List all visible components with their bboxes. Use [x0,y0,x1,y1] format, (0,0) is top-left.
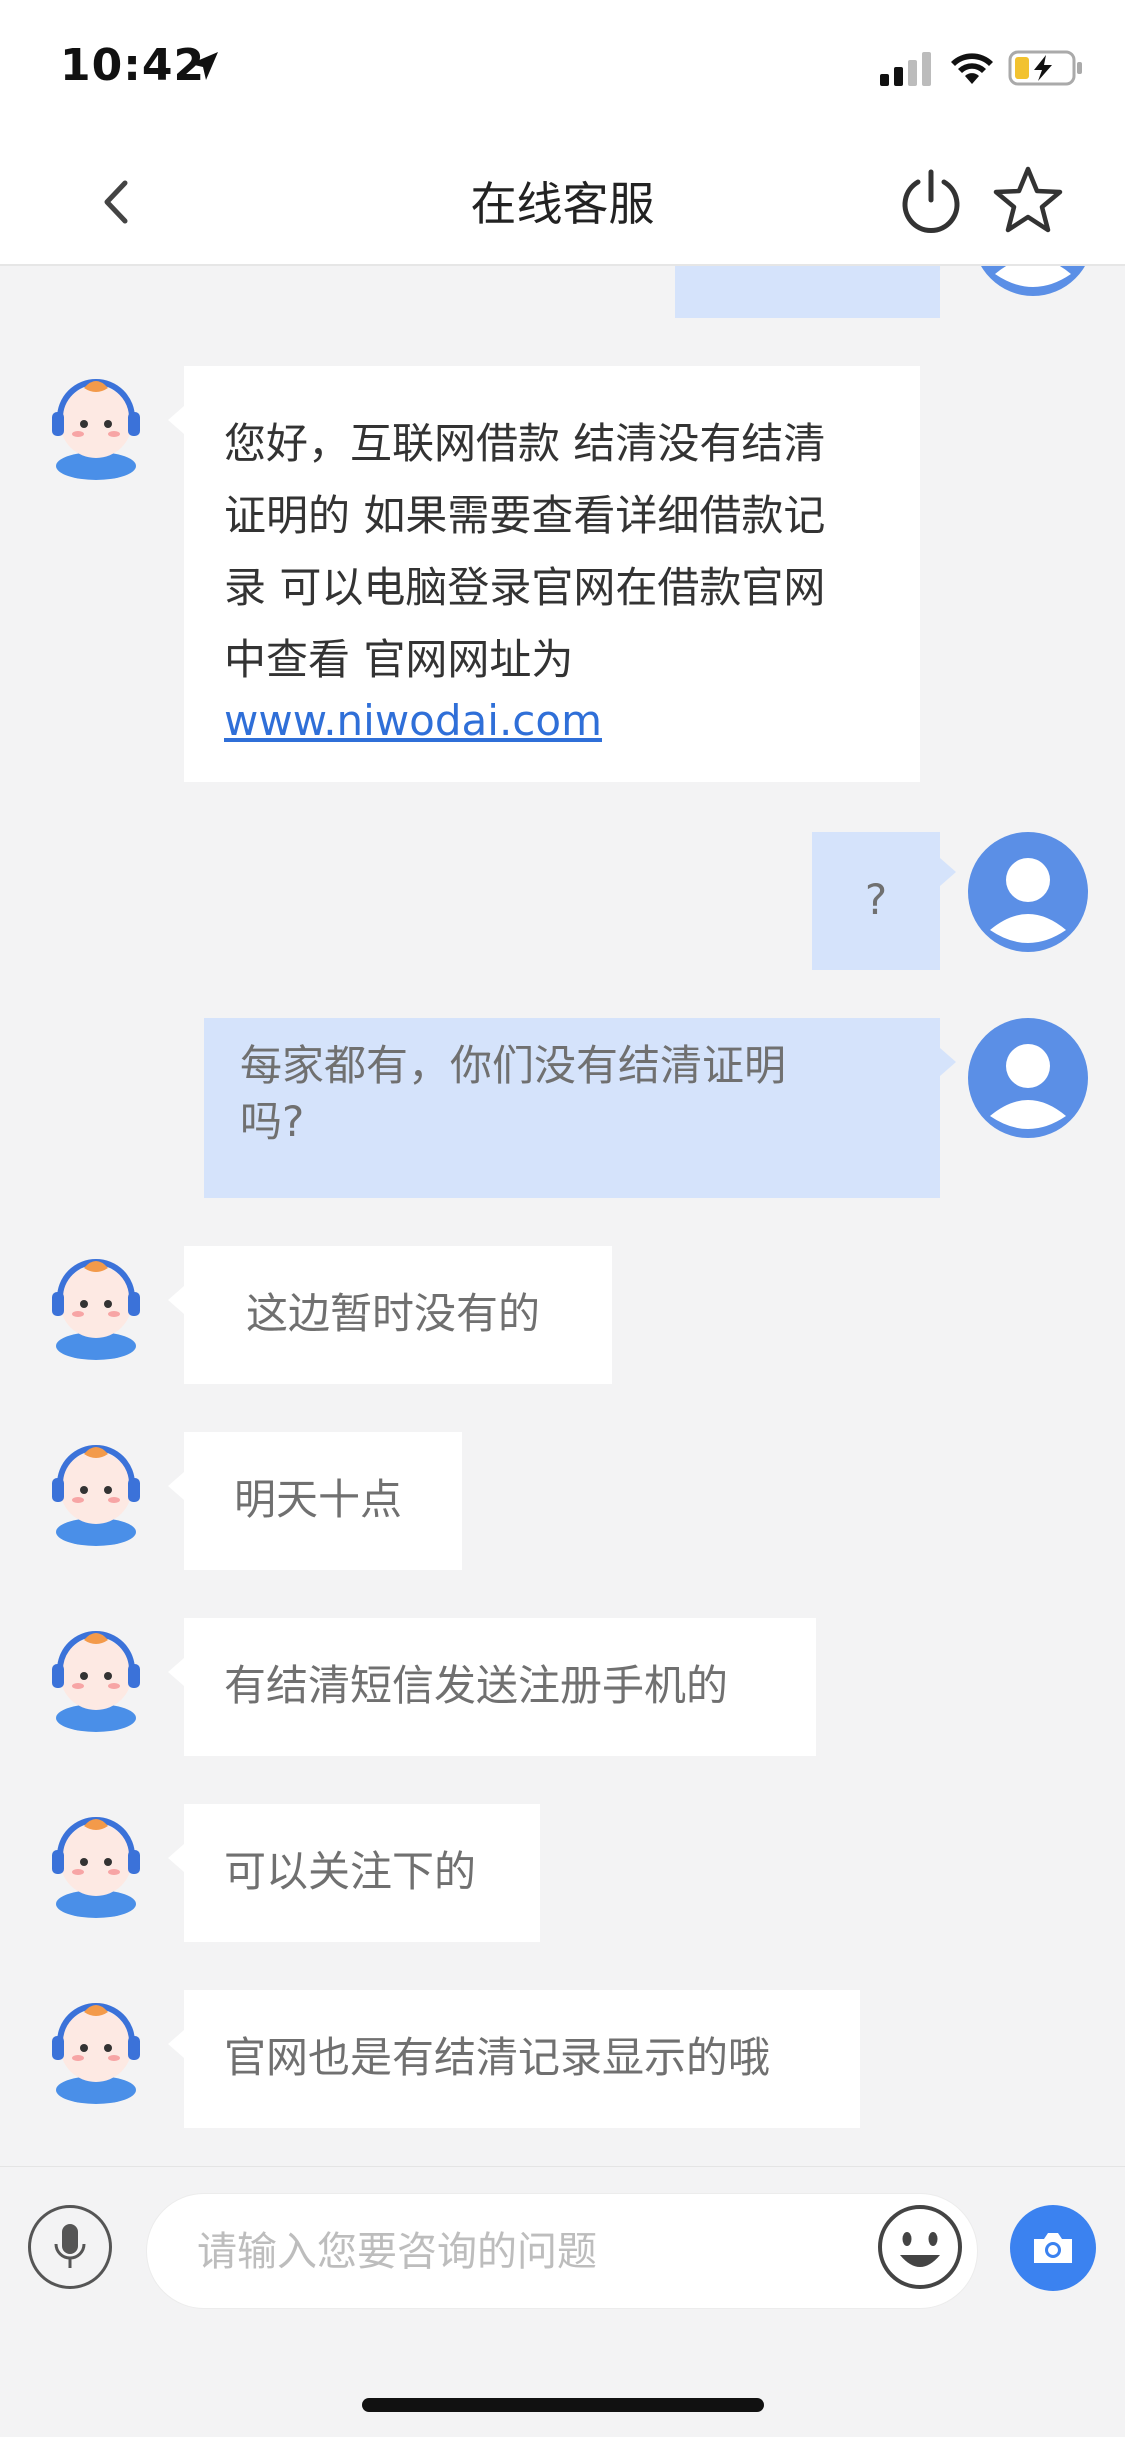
agent-avatar-icon [52,1259,140,1360]
agent-avatar-icon [52,1817,140,1918]
message-text-line: 证明的 如果需要查看详细借款记 [224,491,826,540]
message-text-line: 每家都有，你们没有结清证明 [240,1041,787,1090]
camera-icon [1034,2233,1072,2263]
star-icon[interactable] [992,164,1064,236]
website-link[interactable]: www.niwodai.com [224,696,880,746]
input-bar: 请输入您要咨询的问题 [0,2166,1125,2437]
message-text: 明天十点 [234,1475,403,1524]
message-bubble-agent: 官网也是有结清记录显示的哦 [168,1990,860,2128]
message-bubble-partial [675,266,940,318]
message-text-line: 您好，互联网借款 结清没有结清 [224,419,826,468]
message-text: 有结清短信发送注册手机的 [224,1661,729,1710]
location-arrow-icon [190,52,218,80]
message-bubble-user: ? [812,832,956,970]
message-text: ? [864,875,888,924]
voice-input-button[interactable] [28,2205,112,2289]
message-text-line: 中查看 官网网址为 [224,635,574,684]
agent-avatar-icon [52,2003,140,2104]
power-icon[interactable] [896,166,966,236]
battery-charging-icon [1008,50,1082,86]
microphone-icon [54,2224,86,2268]
home-indicator[interactable] [362,2398,764,2412]
message-text: 这边暂时没有的 [246,1289,541,1338]
message-bubble-user: 每家都有，你们没有结清证明 吗? [204,1018,956,1198]
wifi-icon [951,53,993,84]
agent-avatar-icon [52,1445,140,1546]
message-text: 官网也是有结清记录显示的哦 [224,2033,771,2082]
nav-bar: 在线客服 [0,132,1125,266]
message-text-line: 录 可以电脑登录官网在借款官网 [224,563,826,612]
message-bubble-agent: 可以关注下的 [168,1804,540,1942]
agent-avatar-icon [52,379,140,480]
camera-button[interactable] [1010,2205,1096,2291]
status-time: 10:42 [60,40,206,91]
message-input[interactable]: 请输入您要咨询的问题 [146,2193,978,2309]
message-text-line: 吗? [240,1097,305,1146]
chat-area[interactable]: 您好，互联网借款 结清没有结清 证明的 如果需要查看详细借款记 录 可以电脑登录… [0,266,1125,2166]
status-bar: 10:42 [0,0,1125,132]
message-bubble-agent: 明天十点 [168,1432,462,1570]
emoji-icon[interactable] [876,2203,964,2291]
message-text: 可以关注下的 [224,1847,477,1896]
agent-avatar-icon [52,1631,140,1732]
user-avatar-icon [968,1018,1088,1138]
signal-icon [880,52,931,86]
user-avatar-icon [981,266,1085,296]
user-avatar-icon [968,832,1088,952]
message-bubble-agent: 您好，互联网借款 结清没有结清 证明的 如果需要查看详细借款记 录 可以电脑登录… [168,366,920,782]
message-bubble-agent: 这边暂时没有的 [168,1246,612,1384]
message-bubble-agent: 有结清短信发送注册手机的 [168,1618,816,1756]
